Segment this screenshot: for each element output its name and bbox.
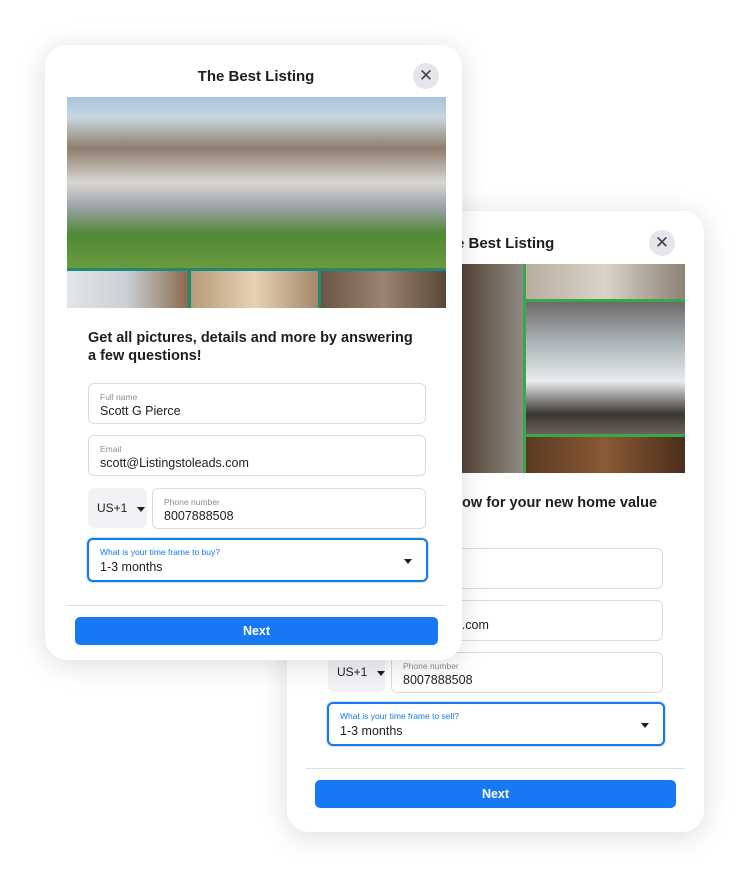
room-photo-3 — [321, 271, 446, 308]
front-country-code-select[interactable]: US+1 — [88, 488, 147, 528]
country-code-value: US+1 — [337, 665, 368, 679]
front-form-title: The Best Listing — [197, 68, 315, 85]
chevron-down-icon — [137, 507, 146, 512]
chevron-down-icon — [404, 559, 412, 564]
room-photo-1 — [67, 271, 188, 308]
fullname-value: Scott G Pierce — [100, 404, 181, 418]
kitchen-photo — [526, 302, 685, 434]
email-label: Email — [100, 444, 122, 454]
timeframe-label: What is your time frame to sell? — [340, 711, 460, 721]
house-exterior-photo — [67, 97, 446, 268]
front-fullname-field[interactable]: Full name Scott G Pierce — [88, 383, 426, 424]
country-code-value: US+1 — [97, 501, 128, 515]
chevron-down-icon — [377, 671, 386, 676]
front-lead-form-card: The Best Listing ✕ Get all pictures, det… — [45, 45, 462, 660]
front-timeframe-select[interactable]: What is your time frame to buy? 1-3 mont… — [87, 538, 428, 582]
chevron-down-icon — [641, 723, 649, 728]
phone-label: Phone number — [164, 497, 220, 507]
back-close-button[interactable]: ✕ — [649, 230, 675, 256]
back-next-button[interactable]: Next — [315, 780, 676, 808]
room-photo-2 — [191, 271, 318, 308]
front-email-field[interactable]: Email scott@Listingstoleads.com — [88, 435, 426, 476]
timeframe-value: 1-3 months — [340, 724, 403, 738]
back-form-heading: low for your new home value — [458, 495, 658, 511]
divider — [306, 768, 685, 769]
back-timeframe-select[interactable]: What is your time frame to sell? 1-3 mon… — [327, 702, 665, 746]
front-listing-photos — [67, 97, 446, 308]
close-icon: ✕ — [418, 66, 434, 85]
phone-value: 8007888508 — [164, 509, 234, 523]
front-next-button[interactable]: Next — [75, 617, 438, 645]
interior-photo — [526, 437, 685, 473]
phone-label: Phone number — [403, 661, 459, 671]
timeframe-label: What is your time frame to buy? — [100, 547, 220, 557]
bathroom-photo — [526, 264, 685, 299]
front-close-button[interactable]: ✕ — [413, 63, 439, 89]
close-icon: ✕ — [654, 233, 670, 252]
phone-value: 8007888508 — [403, 673, 473, 687]
divider — [66, 605, 446, 606]
front-form-heading: Get all pictures, details and more by an… — [88, 330, 413, 364]
timeframe-value: 1-3 months — [100, 560, 163, 574]
front-phone-field[interactable]: Phone number 8007888508 — [152, 488, 426, 529]
email-value: scott@Listingstoleads.com — [100, 456, 249, 470]
fullname-label: Full name — [100, 392, 138, 402]
